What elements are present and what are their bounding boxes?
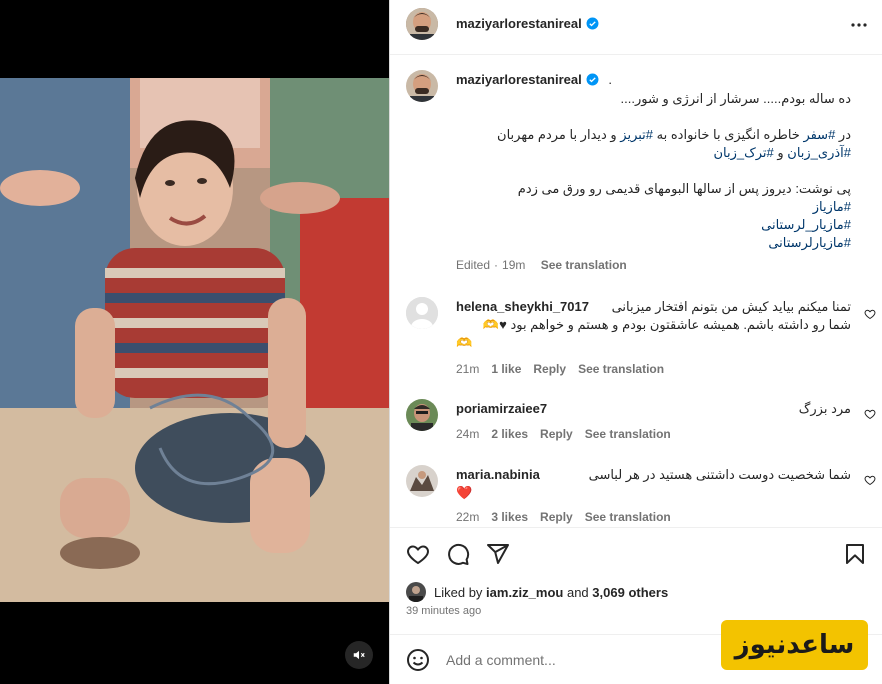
comment-text-line: ❤️: [456, 485, 473, 500]
comment-likes[interactable]: 1 like: [491, 362, 521, 376]
hashtag-link[interactable]: #مازیارلرستانی: [768, 235, 851, 250]
hashtag-link[interactable]: #مازیار_لرستانی: [761, 217, 851, 232]
liked-by-label: Liked by: [434, 584, 483, 600]
caption-username-row: maziyarlorestanireal .: [456, 72, 612, 87]
comment-time[interactable]: 24m: [456, 427, 479, 441]
comment-avatar[interactable]: [406, 297, 438, 329]
comment-body: maria.nabinia شما شخصیت دوست داشتنی هستی…: [456, 466, 851, 502]
comment-avatar[interactable]: [406, 465, 438, 497]
comment-reply[interactable]: Reply: [540, 427, 573, 441]
mute-icon: [353, 650, 365, 660]
liker-username[interactable]: iam.ziz_mou: [486, 585, 563, 600]
caption-username[interactable]: maziyarlorestanireal: [456, 72, 582, 87]
comment-time[interactable]: 22m: [456, 510, 479, 524]
caption-text-segment: خاطره انگیزی با خانواده به: [653, 127, 804, 142]
caption-text: ده ساله بودم..... سرشار از انرژی و شور..…: [456, 90, 851, 252]
share-icon[interactable]: [486, 542, 510, 566]
caption-line: پی نوشت: دیروز پس از سالها البومهای قدیم…: [456, 180, 851, 198]
comment-see-translation[interactable]: See translation: [585, 427, 671, 441]
verified-icon: [586, 73, 599, 86]
hashtag-link[interactable]: #ترک_زبان: [713, 145, 773, 160]
caption-avatar-image: [406, 70, 438, 102]
caption-see-translation[interactable]: See translation: [541, 258, 627, 272]
hashtag-link[interactable]: #سفر: [803, 127, 835, 142]
more-icon: [851, 23, 867, 27]
post-timestamp[interactable]: 39 minutes ago: [406, 605, 481, 617]
default-avatar-icon: [406, 297, 438, 329]
media-panel: [0, 0, 389, 684]
caption-line: #آذری_زبان و #ترک_زبان: [456, 144, 851, 162]
likes-summary: Liked by iam.ziz_mou and 3,069 others: [406, 582, 668, 602]
caption-meta: Edited · 19m See translation: [456, 258, 627, 272]
hashtag-link[interactable]: #مازیاز: [813, 199, 851, 214]
heart-icon[interactable]: [406, 542, 430, 566]
comment-like-heart-icon[interactable]: [864, 474, 876, 486]
caption-line: [456, 108, 851, 126]
mute-button[interactable]: [345, 641, 373, 669]
caption-text-segment: در: [835, 127, 851, 142]
caption-line: #مازیار_لرستانی: [456, 216, 851, 234]
comment-reply[interactable]: Reply: [533, 362, 566, 376]
comment-text-line: شما رو داشته باشم. همیشه عاشقتون بودم و …: [482, 317, 851, 332]
caption-text-segment: و: [773, 145, 788, 160]
caption-text-segment: و دیدار با مردم مهربان: [497, 127, 621, 142]
likes-others[interactable]: 3,069 others: [592, 585, 668, 600]
caption-line: #مازیارلرستانی: [456, 234, 851, 252]
caption-avatar[interactable]: [406, 70, 438, 102]
comment-body: helena_sheykhi_7017 تمنا میکنم بیاید کیش…: [456, 298, 851, 352]
comment-avatar-image: [406, 399, 438, 431]
comment-see-translation[interactable]: See translation: [578, 362, 664, 376]
liker-avatar[interactable]: [406, 582, 426, 602]
hashtag-link[interactable]: #آذری_زبان: [787, 145, 851, 160]
comment-like-heart-icon[interactable]: [864, 408, 876, 420]
comment-icon[interactable]: [446, 542, 470, 566]
comment-likes[interactable]: 2 likes: [491, 427, 528, 441]
author-username[interactable]: maziyarlorestanireal: [456, 16, 582, 31]
comment-meta: 22m 3 likes Reply See translation: [456, 510, 683, 524]
author-avatar-image: [406, 8, 438, 40]
caption-line: [456, 162, 851, 180]
post-header: maziyarlorestanireal: [390, 0, 882, 55]
caption-first-text: .: [608, 72, 612, 87]
verified-icon: [586, 17, 599, 30]
post-details-panel: maziyarlorestanireal maziyarlorestanirea…: [389, 0, 882, 684]
comment-likes[interactable]: 3 likes: [491, 510, 528, 524]
emoji-icon[interactable]: [406, 648, 430, 672]
header-username-row: maziyarlorestanireal: [456, 16, 599, 31]
add-comment-input[interactable]: [446, 648, 726, 672]
caption-time[interactable]: 19m: [502, 258, 525, 272]
likes-and: and: [566, 584, 589, 600]
save-icon[interactable]: [843, 542, 867, 566]
comment-time[interactable]: 21m: [456, 362, 479, 376]
instagram-post-viewer: maziyarlorestanireal maziyarlorestanirea…: [0, 0, 882, 684]
caption-text-segment: ده ساله بودم..... سرشار از انرژی و شور..…: [620, 91, 851, 106]
comment-body: poriamirzaiee7 مرد بزرگ: [456, 400, 851, 418]
liker-avatar-image: [406, 582, 426, 602]
comment-text-line: 🫶: [456, 335, 473, 350]
caption-text-segment: پی نوشت: دیروز پس از سالها البومهای قدیم…: [517, 181, 851, 196]
comments-scroll-area[interactable]: maziyarlorestanireal . ده ساله بودم.....…: [390, 56, 882, 526]
comment-username[interactable]: maria.nabinia: [456, 466, 540, 484]
post-photo[interactable]: [0, 78, 389, 602]
edited-label: Edited: [456, 258, 491, 272]
action-bar: [390, 527, 882, 579]
comment-avatar[interactable]: [406, 399, 438, 431]
comment-meta: 24m 2 likes Reply See translation: [456, 427, 683, 441]
caption-line: در #سفر خاطره انگیزی با خانواده به #تبری…: [456, 126, 851, 144]
comment-avatar-image: [406, 465, 438, 497]
comment-reply[interactable]: Reply: [540, 510, 573, 524]
caption-line: #مازیاز: [456, 198, 851, 216]
comment-username[interactable]: helena_sheykhi_7017: [456, 298, 589, 316]
site-watermark: ساعدنیوز: [721, 620, 868, 670]
photo-illustration: [0, 78, 389, 602]
comment-like-heart-icon[interactable]: [864, 308, 876, 320]
hashtag-link[interactable]: #تبریز: [620, 127, 653, 142]
caption-line: ده ساله بودم..... سرشار از انرژی و شور..…: [456, 90, 851, 108]
comment-username[interactable]: poriamirzaiee7: [456, 400, 547, 418]
comment-see-translation[interactable]: See translation: [585, 510, 671, 524]
author-avatar[interactable]: [406, 8, 438, 40]
comment-meta: 21m 1 like Reply See translation: [456, 362, 676, 376]
more-options-button[interactable]: [847, 13, 871, 37]
